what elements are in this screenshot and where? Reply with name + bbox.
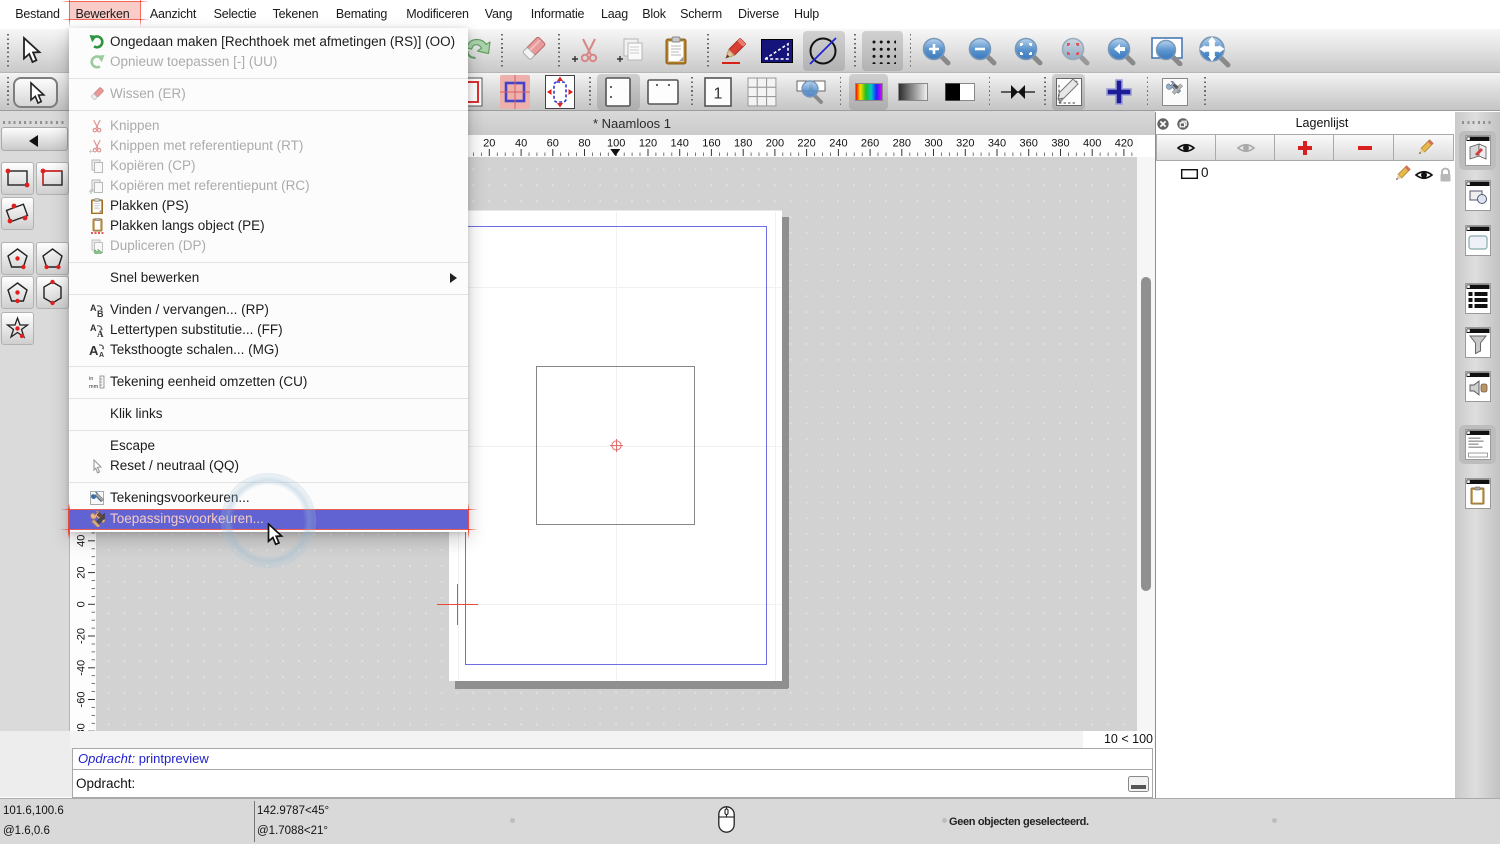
svg-text:300: 300: [924, 138, 942, 150]
svg-text:240: 240: [829, 138, 847, 150]
svg-text:A: A: [89, 343, 99, 358]
svg-text:320: 320: [956, 138, 974, 150]
svg-text:A: A: [90, 323, 97, 333]
svg-text:140: 140: [671, 138, 689, 150]
svg-text:A: A: [99, 352, 104, 358]
svg-text:400: 400: [1083, 138, 1101, 150]
svg-text:260: 260: [861, 138, 879, 150]
svg-text:380: 380: [1051, 138, 1069, 150]
svg-text:-40: -40: [76, 660, 88, 676]
svg-text:40: 40: [515, 138, 527, 150]
svg-text:B: B: [97, 309, 104, 318]
svg-text:1: 1: [714, 86, 723, 103]
svg-text:40: 40: [76, 535, 88, 547]
svg-text:in: in: [89, 376, 93, 382]
svg-text:180: 180: [734, 138, 752, 150]
svg-text:0: 0: [76, 601, 88, 607]
svg-text:220: 220: [797, 138, 815, 150]
svg-text:160: 160: [702, 138, 720, 150]
svg-text:-60: -60: [76, 692, 88, 708]
svg-text:A: A: [97, 329, 104, 338]
svg-text:280: 280: [893, 138, 911, 150]
svg-text:60: 60: [547, 138, 559, 150]
svg-text:20: 20: [483, 138, 495, 150]
svg-text:mm: mm: [89, 384, 99, 390]
svg-text:360: 360: [1020, 138, 1038, 150]
svg-text:A: A: [90, 303, 97, 313]
svg-text:-20: -20: [76, 628, 88, 644]
svg-text:420: 420: [1115, 138, 1133, 150]
svg-text:120: 120: [639, 138, 657, 150]
svg-text:200: 200: [766, 138, 784, 150]
svg-text:100: 100: [607, 138, 625, 150]
svg-text:20: 20: [76, 566, 88, 578]
svg-text:80: 80: [578, 138, 590, 150]
svg-text:340: 340: [988, 138, 1006, 150]
